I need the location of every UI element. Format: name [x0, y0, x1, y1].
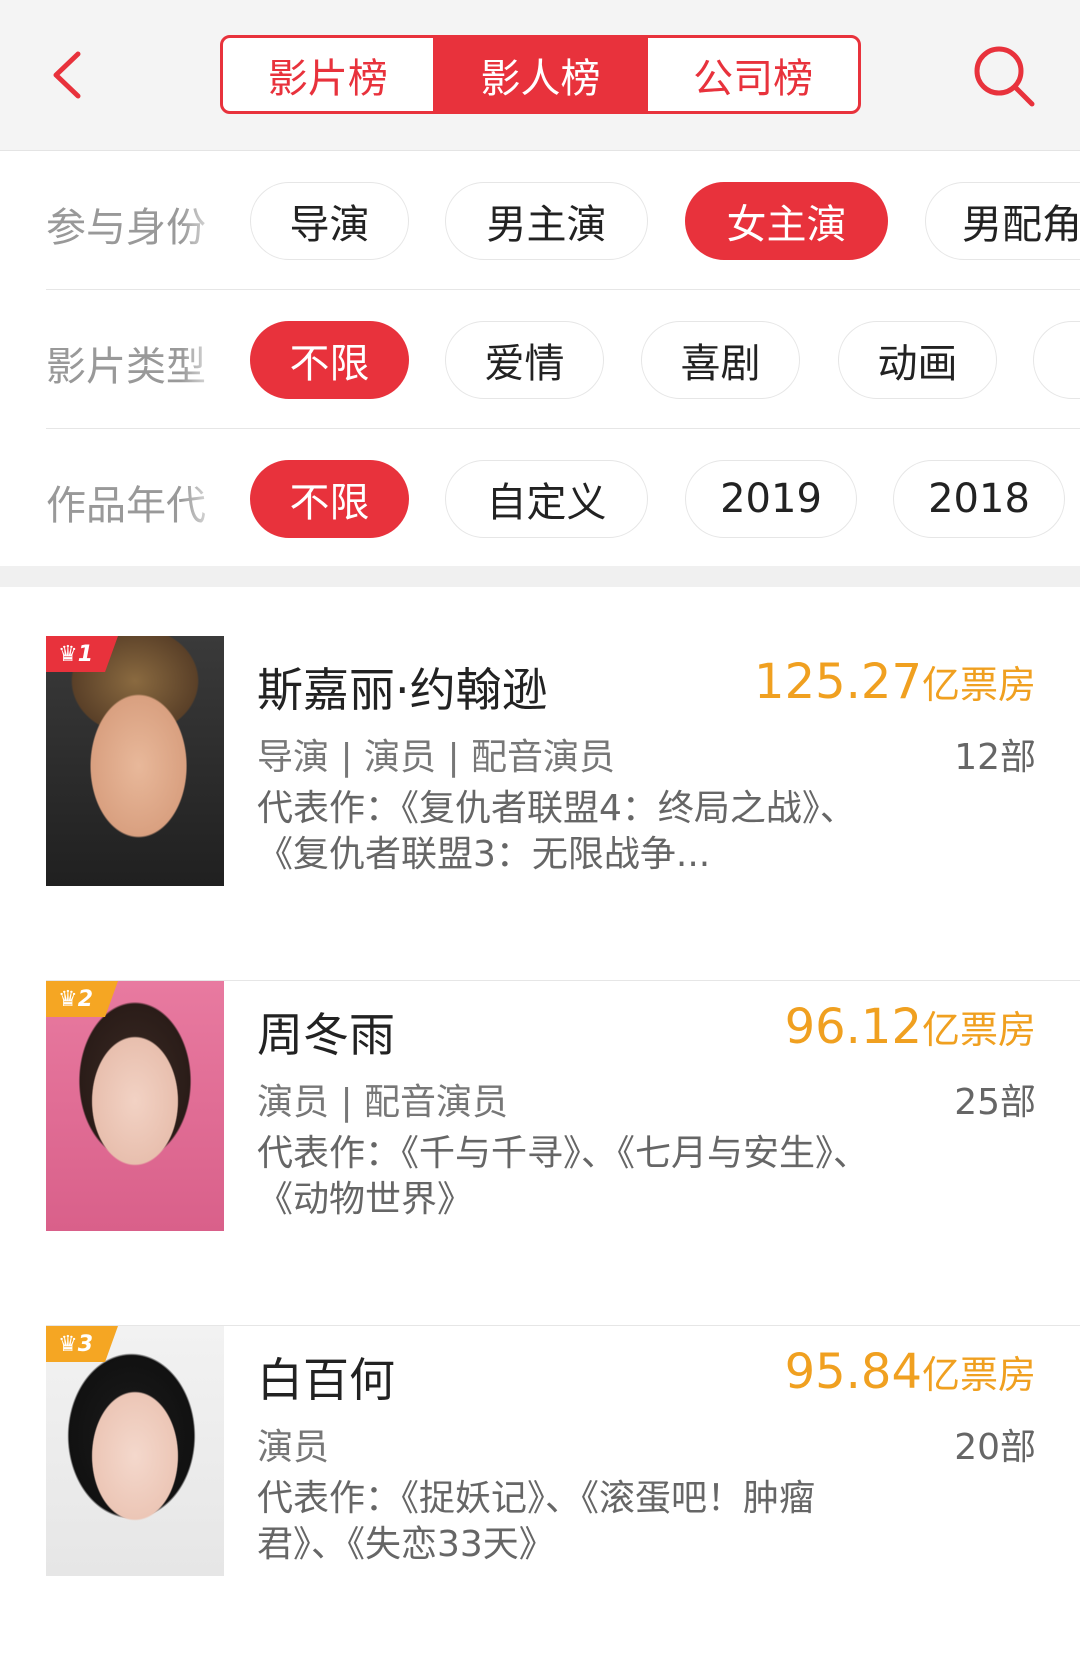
chip-2019[interactable]: 2019 — [685, 460, 857, 538]
film-count: 25部 — [954, 1082, 1036, 1123]
filter-label: 影片类型 — [46, 344, 206, 390]
film-count: 12部 — [954, 737, 1036, 778]
filter-row-genre: 影片类型 不限 爱情 喜剧 动画 — [46, 290, 1080, 429]
tab-films[interactable]: 影片榜 — [223, 38, 433, 111]
header: 影片榜 影人榜 公司榜 — [0, 0, 1080, 151]
section-divider — [0, 566, 1080, 587]
tab-people[interactable]: 影人榜 — [432, 38, 646, 111]
ranking-tabs: 影片榜 影人榜 公司榜 — [220, 35, 861, 114]
avatar: ♛ 1 — [46, 636, 224, 886]
chip-custom[interactable]: 自定义 — [445, 460, 648, 538]
person-name: 白百何 — [257, 1353, 395, 1407]
rank-badge: ♛ 3 — [46, 1326, 118, 1362]
avatar: ♛ 3 — [46, 1326, 224, 1576]
filter-label: 作品年代 — [46, 483, 206, 529]
chip-all[interactable]: 不限 — [250, 321, 409, 399]
chevron-left-icon[interactable] — [48, 50, 88, 100]
box-office: 95.84亿票房 — [784, 1344, 1036, 1400]
crown-icon: ♛ — [58, 986, 78, 1012]
avatar: ♛ 2 — [46, 981, 224, 1231]
chip-2018[interactable]: 2018 — [893, 460, 1065, 538]
chip-supporting-actor[interactable]: 男配角 — [925, 182, 1080, 260]
chip-animation[interactable]: 动画 — [838, 321, 997, 399]
box-office: 125.27亿票房 — [754, 654, 1036, 710]
roles: 演员 — [257, 1427, 330, 1468]
roles: 演员 | 配音演员 — [257, 1082, 509, 1123]
crown-icon: ♛ — [58, 641, 78, 667]
film-count: 20部 — [954, 1427, 1036, 1468]
filter-label: 参与身份 — [46, 205, 206, 251]
chip-lead-actor[interactable]: 男主演 — [445, 182, 648, 260]
tab-companies[interactable]: 公司榜 — [645, 38, 858, 111]
representative-works: 代表作：《捉妖记》、《滚蛋吧！肿瘤君》、《失恋33天》 — [257, 1478, 816, 1565]
chip-director[interactable]: 导演 — [250, 182, 409, 260]
filter-panel: 参与身份 导演 男主演 女主演 男配角 影片类型 不限 爱情 喜剧 动画 作品年… — [0, 151, 1080, 568]
crown-icon: ♛ — [58, 1331, 78, 1357]
rank-badge: ♛ 1 — [46, 636, 118, 672]
chip-comedy[interactable]: 喜剧 — [641, 321, 800, 399]
person-name: 斯嘉丽·约翰逊 — [257, 663, 548, 717]
list-item[interactable]: ♛ 1 斯嘉丽·约翰逊 125.27亿票房 导演 | 演员 | 配音演员 12部 … — [46, 636, 1080, 981]
representative-works: 代表作：《复仇者联盟4：终局之战》、《复仇者联盟3：无限战争... — [257, 788, 856, 875]
chip-all[interactable]: 不限 — [250, 460, 409, 538]
chip-lead-actress[interactable]: 女主演 — [685, 182, 888, 260]
list-item[interactable]: ♛ 2 周冬雨 96.12亿票房 演员 | 配音演员 25部 代表作：《千与千寻》… — [46, 981, 1080, 1326]
chip-more[interactable] — [1033, 321, 1080, 399]
filter-row-role: 参与身份 导演 男主演 女主演 男配角 — [46, 151, 1080, 290]
person-name: 周冬雨 — [257, 1008, 395, 1062]
search-icon[interactable] — [972, 44, 1036, 108]
rank-badge: ♛ 2 — [46, 981, 118, 1017]
roles: 导演 | 演员 | 配音演员 — [257, 737, 616, 778]
representative-works: 代表作：《千与千寻》、《七月与安生》、《动物世界》 — [257, 1133, 870, 1220]
box-office: 96.12亿票房 — [784, 999, 1036, 1055]
list-item[interactable]: ♛ 3 白百何 95.84亿票房 演员 20部 代表作：《捉妖记》、《滚蛋吧！肿瘤… — [46, 1326, 1080, 1671]
filter-row-year: 作品年代 不限 自定义 2019 2018 — [46, 429, 1080, 568]
chip-romance[interactable]: 爱情 — [445, 321, 604, 399]
